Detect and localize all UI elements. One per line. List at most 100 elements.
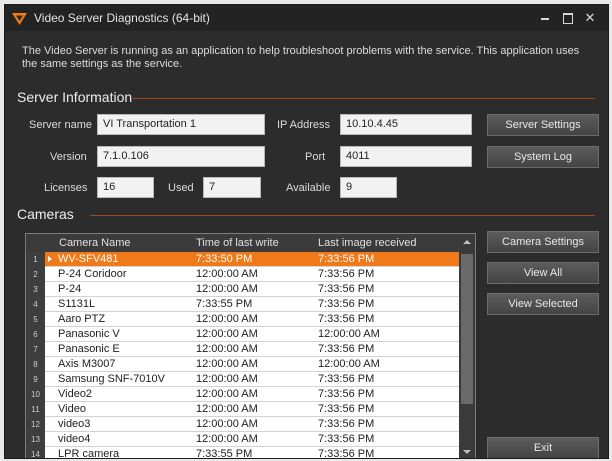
row-number: 7: [26, 342, 45, 357]
last-image-cell: 7:33:56 PM: [318, 313, 375, 325]
ip-address-label: IP Address: [277, 119, 330, 131]
version-field[interactable]: 7.1.0.106: [97, 146, 265, 167]
last-image-cell: 12:00:00 AM: [318, 358, 380, 370]
title-bar[interactable]: Video Server Diagnostics (64-bit) ✕: [5, 5, 608, 31]
table-row[interactable]: 3 P-24 12:00:00 AM 7:33:56 PM: [26, 282, 459, 297]
last-write-cell: 12:00:00 AM: [196, 343, 258, 355]
camera-name-cell: P-24: [58, 283, 82, 295]
last-image-cell: 7:33:56 PM: [318, 268, 375, 280]
camera-name-cell: Aaro PTZ: [58, 313, 106, 325]
last-write-cell: 12:00:00 AM: [196, 358, 258, 370]
available-field[interactable]: 9: [340, 177, 397, 198]
last-image-cell: 7:33:56 PM: [318, 388, 375, 400]
table-row[interactable]: 7 Panasonic E 12:00:00 AM 7:33:56 PM: [26, 342, 459, 357]
minimize-icon[interactable]: [535, 8, 555, 28]
exit-button[interactable]: Exit: [487, 437, 599, 458]
table-row[interactable]: 11 Video 12:00:00 AM 7:33:56 PM: [26, 402, 459, 417]
last-write-cell: 12:00:00 AM: [196, 283, 258, 295]
last-write-cell: 12:00:00 AM: [196, 418, 258, 430]
last-write-cell: 12:00:00 AM: [196, 388, 258, 400]
cameras-heading: Cameras: [17, 206, 74, 222]
column-header[interactable]: Last image received: [318, 237, 416, 249]
server-name-field[interactable]: VI Transportation 1: [97, 114, 265, 135]
maximize-icon[interactable]: [558, 8, 578, 28]
last-image-cell: 7:33:56 PM: [318, 283, 375, 295]
row-number: 8: [26, 357, 45, 372]
last-image-cell: 7:33:56 PM: [318, 403, 375, 415]
camera-name-cell: Axis M3007: [58, 358, 116, 370]
section-divider: [90, 215, 595, 216]
scroll-down-icon[interactable]: [463, 450, 471, 454]
column-header[interactable]: Time of last write: [196, 237, 279, 249]
camera-name-cell: Panasonic E: [58, 343, 120, 355]
licenses-label: Licenses: [44, 182, 88, 194]
table-row[interactable]: 8 Axis M3007 12:00:00 AM 12:00:00 AM: [26, 357, 459, 372]
table-row[interactable]: 13 video4 12:00:00 AM 7:33:56 PM: [26, 432, 459, 447]
row-number: 1: [26, 252, 45, 267]
section-divider: [133, 98, 595, 99]
scrollbar-thumb[interactable]: [461, 254, 473, 404]
last-image-cell: 7:33:56 PM: [318, 448, 375, 459]
row-number: 6: [26, 327, 45, 342]
camera-name-cell: P-24 Coridoor: [58, 268, 127, 280]
port-field[interactable]: 4011: [340, 146, 472, 167]
available-label: Available: [286, 182, 331, 194]
row-number: 11: [26, 402, 45, 417]
table-row[interactable]: 6 Panasonic V 12:00:00 AM 12:00:00 AM: [26, 327, 459, 342]
camera-name-cell: Video2: [58, 388, 93, 400]
last-write-cell: 12:00:00 AM: [196, 313, 258, 325]
row-number: 13: [26, 432, 45, 447]
vertical-scrollbar[interactable]: [459, 234, 475, 458]
last-write-cell: 12:00:00 AM: [196, 268, 258, 280]
video-server-logo-icon: [12, 13, 27, 25]
system-log-button[interactable]: System Log: [487, 146, 599, 168]
last-image-cell: 7:33:56 PM: [318, 343, 375, 355]
scroll-up-icon[interactable]: [463, 240, 471, 244]
table-row[interactable]: 9 Samsung SNF-7010V 12:00:00 AM 7:33:56 PM: [26, 372, 459, 387]
row-number: 9: [26, 372, 45, 387]
table-row[interactable]: 12 video3 12:00:00 AM 7:33:56 PM: [26, 417, 459, 432]
column-header[interactable]: Camera Name: [59, 237, 131, 249]
row-number: 4: [26, 297, 45, 312]
last-image-cell: 7:33:56 PM: [318, 298, 375, 310]
last-image-cell: 7:33:56 PM: [318, 373, 375, 385]
server-name-label: Server name: [29, 119, 92, 131]
last-write-cell: 12:00:00 AM: [196, 403, 258, 415]
view-all-button[interactable]: View All: [487, 262, 599, 284]
last-write-cell: 12:00:00 AM: [196, 373, 258, 385]
cameras-grid: Camera Name Time of last write Last imag…: [25, 233, 476, 459]
row-number: 10: [26, 387, 45, 402]
table-row[interactable]: 5 Aaro PTZ 12:00:00 AM 7:33:56 PM: [26, 312, 459, 327]
used-field[interactable]: 7: [203, 177, 261, 198]
ip-address-field[interactable]: 10.10.4.45: [340, 114, 472, 135]
grid-header: Camera Name Time of last write Last imag…: [26, 234, 475, 252]
last-write-cell: 12:00:00 AM: [196, 328, 258, 340]
camera-settings-button[interactable]: Camera Settings: [487, 231, 599, 253]
camera-name-cell: LPR camera: [58, 448, 120, 459]
window-title: Video Server Diagnostics (64-bit): [34, 11, 210, 25]
camera-name-cell: video4: [58, 433, 91, 445]
row-number: 3: [26, 282, 45, 297]
camera-name-cell: WV-SFV481: [58, 253, 119, 265]
intro-text: The Video Server is running as an applic…: [22, 45, 580, 70]
table-row[interactable]: 14 LPR camera 7:33:55 PM 7:33:56 PM: [26, 447, 459, 459]
close-icon[interactable]: ✕: [580, 8, 600, 28]
last-image-cell: 7:33:56 PM: [318, 253, 375, 265]
server-information-heading: Server Information: [17, 89, 133, 105]
last-write-cell: 7:33:55 PM: [196, 448, 253, 459]
licenses-field[interactable]: 16: [97, 177, 154, 198]
table-row[interactable]: 4 S1131L 7:33:55 PM 7:33:56 PM: [26, 297, 459, 312]
table-row[interactable]: 1 WV-SFV481 7:33:50 PM 7:33:56 PM: [26, 252, 459, 267]
table-row[interactable]: 2 P-24 Coridoor 12:00:00 AM 7:33:56 PM: [26, 267, 459, 282]
server-settings-button[interactable]: Server Settings: [487, 114, 599, 136]
view-selected-button[interactable]: View Selected: [487, 293, 599, 315]
diagnostics-window: Video Server Diagnostics (64-bit) ✕ The …: [4, 4, 609, 459]
camera-name-cell: Samsung SNF-7010V: [58, 373, 165, 385]
used-label: Used: [168, 182, 194, 194]
camera-name-cell: video3: [58, 418, 91, 430]
row-number: 5: [26, 312, 45, 327]
last-image-cell: 7:33:56 PM: [318, 433, 375, 445]
table-row[interactable]: 10 Video2 12:00:00 AM 7:33:56 PM: [26, 387, 459, 402]
last-write-cell: 7:33:50 PM: [196, 253, 253, 265]
row-number: 2: [26, 267, 45, 282]
